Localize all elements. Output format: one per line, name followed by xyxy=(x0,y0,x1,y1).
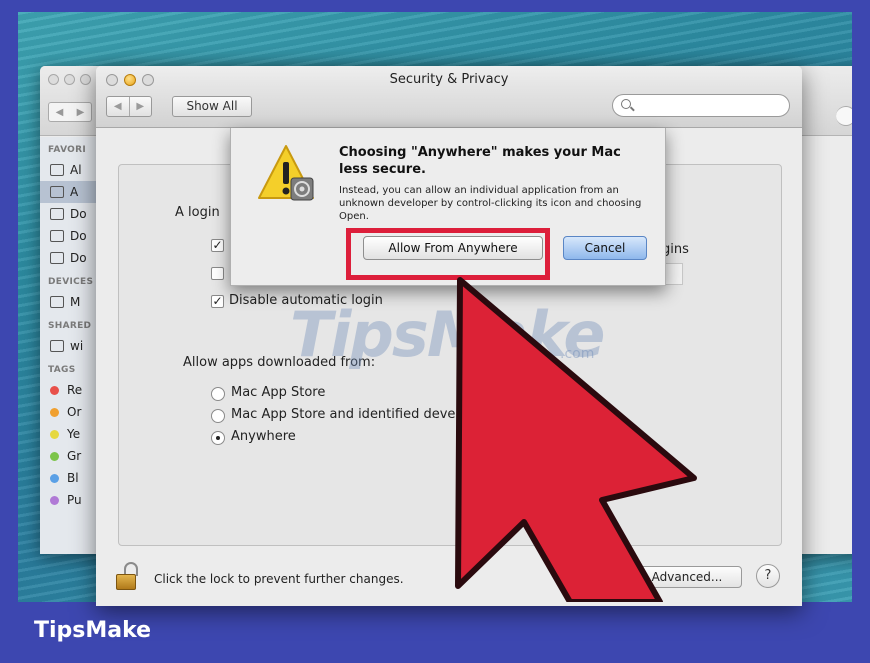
finder-search-field[interactable] xyxy=(836,106,852,126)
downloads-icon xyxy=(50,252,64,264)
tag-color-icon xyxy=(50,451,59,461)
lock-message: Click the lock to prevent further change… xyxy=(154,572,404,586)
sidebar-item-label: A xyxy=(70,185,79,199)
tag-color-icon xyxy=(50,429,59,439)
lock-icon[interactable] xyxy=(116,562,138,592)
window-titlebar: Security & Privacy ◀ ▶ Show All xyxy=(96,66,802,128)
window-title: Security & Privacy xyxy=(389,72,509,87)
show-all-button[interactable]: Show All xyxy=(172,96,252,117)
sidebar-tag-label: Pu xyxy=(67,493,82,507)
search-input[interactable] xyxy=(612,94,790,117)
help-button[interactable]: ? xyxy=(756,564,780,588)
finder-close-button[interactable] xyxy=(48,74,59,85)
finder-back-forward[interactable]: ◀ ▶ xyxy=(48,102,92,122)
all-files-icon xyxy=(50,164,64,176)
tag-color-icon xyxy=(50,385,59,395)
sidebar-item-label: wi xyxy=(70,339,84,353)
back-forward-buttons[interactable]: ◀ ▶ xyxy=(106,96,152,117)
show-message-checkbox[interactable] xyxy=(211,267,224,280)
forward-icon[interactable]: ▶ xyxy=(128,97,152,116)
sidebar-item-label: M xyxy=(70,295,81,309)
sidebar-tag-label: Bl xyxy=(67,471,79,485)
desktop-icon xyxy=(50,208,64,220)
tag-color-icon xyxy=(50,473,59,483)
brand-logo-text: TipsMake xyxy=(34,618,152,643)
back-icon[interactable]: ◀ xyxy=(107,97,129,116)
sidebar-tag-label: Gr xyxy=(67,449,82,463)
disk-icon xyxy=(50,296,64,308)
sidebar-item-label: Do xyxy=(70,229,87,243)
finder-minimize-button[interactable] xyxy=(64,74,75,85)
finder-zoom-button[interactable] xyxy=(80,74,91,85)
radio-mac-app-store[interactable] xyxy=(211,387,225,401)
sidebar-item-label: Do xyxy=(70,207,87,221)
documents-icon xyxy=(50,230,64,242)
sidebar-tag-label: Ye xyxy=(67,427,81,441)
warning-icon xyxy=(258,145,314,201)
finder-window-controls xyxy=(48,74,91,85)
sidebar-item-label: Do xyxy=(70,251,87,265)
option-anywhere-label: Anywhere xyxy=(231,429,296,444)
tag-color-icon xyxy=(50,407,59,417)
cancel-button[interactable]: Cancel xyxy=(563,236,647,260)
login-label: A login xyxy=(175,205,220,220)
sidebar-tag-label: Re xyxy=(67,383,83,397)
sidebar-item-label: Al xyxy=(70,163,82,177)
alert-title: Choosing "Anywhere" makes your Mac less … xyxy=(339,145,621,177)
network-icon xyxy=(50,340,64,352)
radio-identified-developers[interactable] xyxy=(211,409,225,423)
require-password-checkbox[interactable]: ✓ xyxy=(211,239,224,252)
radio-anywhere[interactable] xyxy=(211,431,225,445)
applications-icon xyxy=(50,186,64,198)
red-arrow-pointer xyxy=(455,277,697,602)
tag-color-icon xyxy=(50,495,59,505)
disable-auto-login-checkbox[interactable]: ✓ xyxy=(211,295,224,308)
sidebar-tag-label: Or xyxy=(67,405,82,419)
search-icon xyxy=(621,99,631,109)
alert-message: Instead, you can allow an individual app… xyxy=(339,185,642,222)
option-mac-app-store-label: Mac App Store xyxy=(231,385,326,400)
